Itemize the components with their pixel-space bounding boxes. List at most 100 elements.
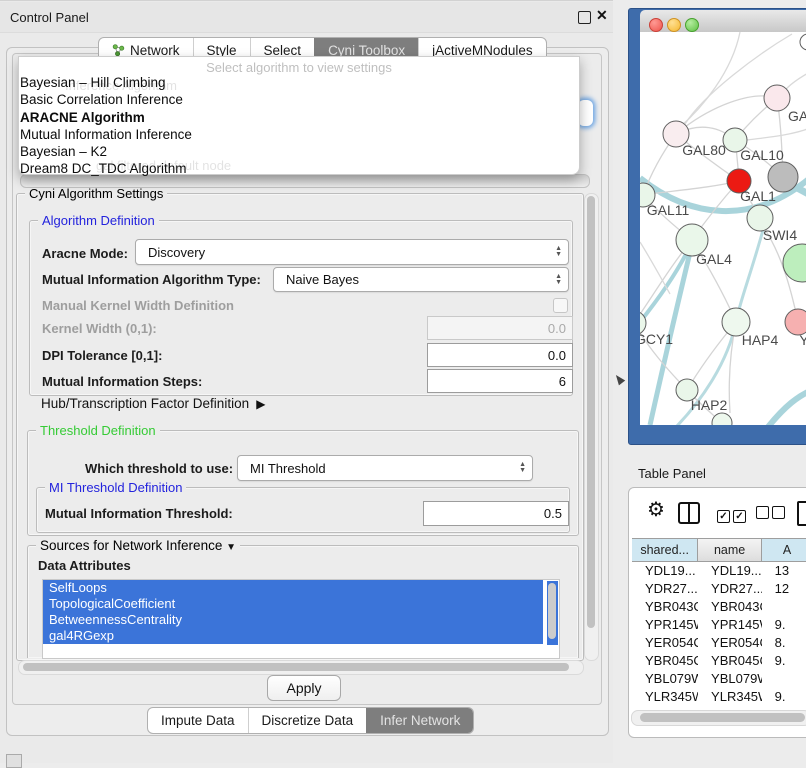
which-threshold-value: MI Threshold bbox=[250, 461, 326, 476]
algorithm-option[interactable]: Basic Correlation Inference bbox=[19, 91, 579, 108]
table-row[interactable]: YPR145WYPR145W9. bbox=[632, 616, 806, 634]
table-cell: YBR043C bbox=[698, 598, 762, 616]
minimize-traffic-light[interactable] bbox=[667, 18, 681, 32]
table-cell: YDL19... bbox=[698, 562, 762, 580]
mi-type-label: Mutual Information Algorithm Type: bbox=[42, 272, 261, 287]
checked-checkboxes-icon[interactable]: ✓✓ bbox=[717, 506, 749, 524]
control-panel: Control Panel ✕ NetworkStyleSelectCyni T… bbox=[0, 0, 613, 763]
algorithm-dropdown-popup: Inference Algorithm gal filtered default… bbox=[18, 56, 580, 175]
node-label: GAL11 bbox=[647, 202, 690, 218]
apply-button[interactable]: Apply bbox=[267, 675, 341, 701]
unchecked-checkboxes-icon[interactable] bbox=[756, 506, 788, 524]
manual-kernel-checkbox[interactable] bbox=[553, 298, 568, 313]
mi-threshold-group: MI Threshold Definition Mutual Informati… bbox=[36, 487, 570, 533]
mi-algorithm-type-select[interactable]: Naive Bayes ▲▼ bbox=[273, 267, 569, 292]
table-row[interactable]: YDL19...YDL19...13 bbox=[632, 562, 806, 580]
tab-infer-network[interactable]: Infer Network bbox=[366, 708, 473, 733]
table-cell: 9. bbox=[762, 652, 806, 670]
sources-title: Sources for Network Inference bbox=[40, 538, 222, 553]
stepper-icon: ▲▼ bbox=[555, 240, 562, 264]
tab-label: Discretize Data bbox=[262, 713, 354, 728]
scrollbar-thumb[interactable] bbox=[587, 196, 595, 628]
aracne-mode-select[interactable]: Discovery ▲▼ bbox=[135, 239, 569, 265]
table-row[interactable]: YER054CYER054C8. bbox=[632, 634, 806, 652]
gear-icon[interactable]: ⚙ bbox=[647, 497, 665, 522]
scrollbar-thumb[interactable] bbox=[640, 713, 805, 722]
node-label: HAP4 bbox=[742, 332, 779, 348]
node-label: GCY1 bbox=[640, 331, 673, 347]
node-label: GAL4 bbox=[696, 251, 732, 267]
settings-vertical-scrollbar[interactable] bbox=[584, 193, 599, 661]
algorithm-option[interactable]: Dream8 DC_TDC Algorithm bbox=[19, 160, 579, 177]
list-scrollbar[interactable] bbox=[547, 581, 558, 645]
table-row[interactable]: YDR27...YDR27...12 bbox=[632, 580, 806, 598]
float-window-icon[interactable] bbox=[578, 11, 591, 24]
table-row[interactable]: YBR045CYBR045C9. bbox=[632, 652, 806, 670]
which-threshold-select[interactable]: MI Threshold ▲▼ bbox=[237, 455, 533, 481]
table-cell: YDR27... bbox=[632, 580, 698, 598]
table-horizontal-scrollbar[interactable] bbox=[631, 710, 806, 726]
table-panel: ⚙ ✓✓ shared...nameA YDL19...YDL19...13YD… bbox=[628, 487, 806, 738]
mi-steps-field[interactable]: 6 bbox=[427, 369, 573, 393]
expand-arrow-icon: ▶ bbox=[253, 397, 266, 411]
node-table: shared...nameA YDL19...YDL19...13YDR27..… bbox=[632, 538, 806, 734]
tab-discretize-data[interactable]: Discretize Data bbox=[248, 708, 367, 733]
manual-kernel-label: Manual Kernel Width Definition bbox=[42, 298, 234, 313]
dropdown-placeholder: Select algorithm to view settings bbox=[19, 60, 579, 75]
sources-expander[interactable]: Sources for Network Inference ▼ bbox=[36, 538, 240, 553]
attribute-item-selected[interactable]: TopologicalCoefficient bbox=[43, 596, 543, 612]
table-row[interactable]: YBR043CYBR043C bbox=[632, 598, 806, 616]
dpi-tolerance-field[interactable]: 0.0 bbox=[427, 343, 573, 367]
network-canvas[interactable]: GALGAL80GAL10GAL1GAL11SWI4GAL4GCY1HAP4YH… bbox=[640, 32, 806, 425]
algorithm-option[interactable]: ARACNE Algorithm bbox=[19, 109, 579, 126]
table-cell: YPR145W bbox=[698, 616, 762, 634]
algorithm-option[interactable]: Bayesian – K2 bbox=[19, 143, 579, 160]
attribute-item-selected[interactable]: SelfLoops bbox=[43, 580, 543, 596]
network-node[interactable] bbox=[712, 413, 732, 425]
group-title: Cyni Algorithm Settings bbox=[25, 186, 167, 201]
node-label: SWI4 bbox=[763, 227, 797, 243]
network-node-gal[interactable] bbox=[764, 85, 790, 111]
split-columns-icon[interactable] bbox=[678, 502, 700, 524]
group-title: MI Threshold Definition bbox=[45, 480, 186, 495]
kernel-width-label: Kernel Width (0,1): bbox=[42, 321, 157, 336]
scrollbar-thumb[interactable] bbox=[23, 663, 569, 671]
cyni-algorithm-settings-group: Cyni Algorithm Settings Algorithm Defini… bbox=[16, 193, 584, 661]
column-header[interactable]: A bbox=[762, 539, 806, 561]
algorithm-option[interactable]: Bayesian – Hill Climbing bbox=[19, 74, 579, 91]
tab-impute-data[interactable]: Impute Data bbox=[148, 708, 248, 733]
collapsed-panel-handle[interactable] bbox=[6, 754, 22, 768]
table-row[interactable]: YLR345WYLR345W9. bbox=[632, 688, 806, 706]
settings-horizontal-scrollbar[interactable] bbox=[18, 660, 584, 675]
column-header[interactable]: name bbox=[698, 539, 762, 561]
sources-group: Sources for Network Inference ▼ Data Att… bbox=[27, 545, 579, 658]
table-cell: 12 bbox=[762, 580, 806, 598]
algorithm-option[interactable]: Mutual Information Inference bbox=[19, 126, 579, 143]
table-cell: YDL19... bbox=[632, 562, 698, 580]
table-cell: YBR045C bbox=[632, 652, 698, 670]
kernel-width-field[interactable]: 0.0 bbox=[427, 316, 573, 340]
column-header[interactable]: shared... bbox=[632, 539, 698, 561]
mi-threshold-field[interactable]: 0.5 bbox=[423, 501, 569, 526]
zoom-traffic-light[interactable] bbox=[685, 18, 699, 32]
attribute-item-selected[interactable]: gal4RGexp bbox=[43, 628, 543, 644]
hub-definition-expander[interactable]: Hub/Transcription Factor Definition ▶ bbox=[41, 396, 265, 411]
attribute-item-selected[interactable]: BetweennessCentrality bbox=[43, 612, 543, 628]
table-cell bbox=[762, 670, 806, 688]
threshold-definition-group: Threshold Definition Which threshold to … bbox=[27, 430, 579, 536]
table-cell: YPR145W bbox=[632, 616, 698, 634]
network-node[interactable] bbox=[768, 162, 798, 192]
document-icon[interactable] bbox=[797, 501, 806, 526]
node-label: GAL80 bbox=[682, 142, 726, 158]
table-row[interactable]: YBL079WYBL079W bbox=[632, 670, 806, 688]
network-window-titlebar[interactable] bbox=[640, 10, 806, 33]
close-icon[interactable]: ✕ bbox=[596, 7, 608, 24]
tab-label: Infer Network bbox=[380, 713, 460, 728]
close-traffic-light[interactable] bbox=[649, 18, 663, 32]
group-title: Threshold Definition bbox=[36, 423, 160, 438]
mi-threshold-label: Mutual Information Threshold: bbox=[45, 506, 233, 521]
collapse-arrow-icon: ▼ bbox=[226, 542, 236, 553]
node-label: HAP2 bbox=[691, 397, 728, 413]
network-node[interactable] bbox=[800, 34, 806, 50]
mi-type-value: Naive Bayes bbox=[286, 272, 359, 287]
